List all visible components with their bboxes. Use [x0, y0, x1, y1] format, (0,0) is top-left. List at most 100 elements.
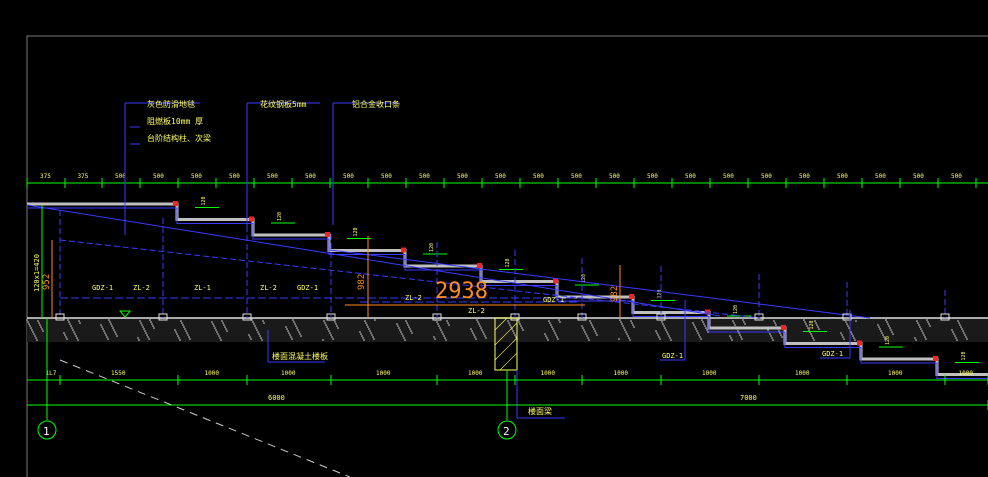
hatch-dot: [479, 325, 481, 327]
hatch-dot: [951, 329, 953, 331]
hatch-dot: [219, 337, 221, 339]
hatch-dot: [592, 326, 594, 328]
hatch-dot: [252, 321, 254, 323]
hatch-dot: [924, 336, 926, 338]
bottom-dim-label: 1000: [541, 370, 556, 377]
top-dim-label: 500: [533, 173, 544, 180]
hatch-dot: [956, 339, 958, 341]
hatch-dot: [744, 323, 746, 325]
hatch-dot: [773, 320, 775, 322]
hatch-dot: [286, 328, 288, 330]
label-zl2-a: ZL-2: [133, 284, 150, 292]
hatch-dot: [553, 330, 555, 332]
hatch-dot: [147, 336, 149, 338]
step-nosing: [325, 232, 330, 237]
hatch-dot: [323, 320, 325, 322]
step-nosing: [629, 294, 634, 299]
hatch-dot: [771, 337, 773, 339]
hatch-dot: [258, 333, 260, 335]
hatch-dot: [66, 338, 68, 340]
hatch-dot: [953, 333, 955, 335]
hatch-dot: [818, 328, 820, 330]
bottom-dim-label: 1000: [614, 370, 629, 377]
hatch-dot: [369, 330, 371, 332]
hatch-dot: [882, 334, 884, 336]
hatch-dot: [113, 329, 115, 331]
hatch-dot: [297, 329, 299, 331]
hatch-dot: [42, 330, 44, 332]
hatch-dot: [781, 336, 783, 338]
hatch-dot: [846, 323, 848, 325]
hatch-dot: [624, 329, 626, 331]
hatch-dot: [775, 324, 777, 326]
hatch-dot: [294, 323, 296, 325]
hatch-dot: [666, 331, 668, 333]
hatch-dot: [891, 331, 893, 333]
hatch-dot: [76, 337, 78, 339]
hatch-dot: [740, 336, 742, 338]
hatch-dot: [879, 328, 881, 330]
hatch-dot: [701, 319, 703, 321]
hatch-dot: [550, 324, 552, 326]
hatch-dot: [71, 327, 73, 329]
hatch-dot: [656, 332, 658, 334]
hatch-dot: [175, 331, 177, 333]
hatch-dot: [437, 323, 439, 325]
hatch-dot: [107, 338, 109, 340]
hatch-dot: [188, 336, 190, 338]
mid-height: 982: [357, 274, 367, 290]
hatch-dot: [410, 330, 412, 332]
step-nosing: [781, 325, 786, 330]
hatch-dot: [407, 324, 409, 326]
hatch-dot: [298, 331, 300, 333]
hatch-dot: [249, 336, 251, 338]
hatch-dot: [851, 333, 853, 335]
top-dim-label: 375: [40, 173, 51, 180]
hatch-dot: [484, 335, 486, 337]
step-height-label: 120: [201, 196, 207, 205]
hatch-dot: [596, 334, 598, 336]
hatch-dot: [221, 320, 223, 322]
hatch-dot: [880, 330, 882, 332]
hatch-dot: [471, 330, 473, 332]
hatch-dot: [473, 334, 475, 336]
label-gdz1-b: GDZ-1: [297, 284, 318, 292]
hatch-dot: [593, 328, 595, 330]
hatch-dot: [215, 329, 217, 331]
hatch-dot: [474, 336, 476, 338]
hatch-dot: [325, 324, 327, 326]
hatch-dot: [547, 339, 549, 341]
hatch-dot: [289, 334, 291, 336]
hatch-dot: [261, 339, 263, 341]
step-nosing: [249, 216, 254, 222]
hatch-dot: [916, 320, 918, 322]
hatch-dot: [214, 327, 216, 329]
hatch-dot: [74, 333, 76, 335]
hatch-dot: [331, 336, 333, 338]
hatch-dot: [433, 336, 435, 338]
hatch-dot: [964, 334, 966, 336]
hatch-dot: [959, 324, 961, 326]
hatch-dot: [623, 327, 625, 329]
hatch-dot: [549, 322, 551, 324]
hatch-dot: [285, 326, 287, 328]
hatch-dot: [730, 337, 732, 339]
hatch-dot: [917, 322, 919, 324]
hatch-dot: [100, 324, 102, 326]
hatch-dot: [513, 332, 515, 334]
hatch-dot: [887, 323, 889, 325]
hatch-dot: [770, 335, 772, 337]
hatch-dot: [581, 325, 583, 327]
hatch-dot: [448, 324, 450, 326]
hatch-dot: [927, 321, 929, 323]
hatch-dot: [63, 332, 65, 334]
hatch-dot: [954, 335, 956, 337]
top-dim-label: 500: [837, 173, 848, 180]
columns: [55, 210, 950, 321]
hatch-dot: [558, 319, 560, 321]
hatch-dot: [446, 320, 448, 322]
hatch-dot: [41, 328, 43, 330]
hatch-dot: [772, 339, 774, 341]
hatch-dot: [914, 337, 916, 339]
total-dim-2: 7000: [740, 394, 757, 402]
